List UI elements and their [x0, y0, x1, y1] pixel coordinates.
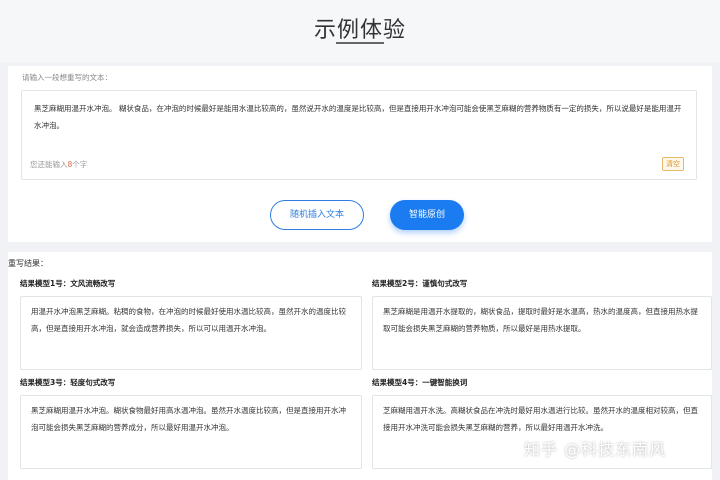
result-title-1: 结果模型1号：文风流畅改写	[20, 279, 116, 288]
result-title-2: 结果模型2号：谨慎句式改写	[372, 279, 468, 288]
results-heading: 重写结果：	[8, 259, 48, 268]
result-box-2[interactable]: 黑芝麻糊是用温开水提取的，糊状食品，提取时最好是水温高，热水的温度高，但直接用热…	[372, 296, 712, 370]
result-title-4: 结果模型4号：一键智能换词	[372, 378, 468, 387]
page-title: 示例体验	[313, 18, 406, 43]
title-underline	[336, 42, 384, 44]
text-input[interactable]: 黑芝麻糊用温开水冲泡。 糊状食品，在冲泡的时候最好是能用水温比较高的，虽然说开水…	[21, 90, 697, 180]
result-box-1[interactable]: 用温开水冲泡黑芝麻糊。粘稠的食物，在冲泡的时候最好使用水温比较高，虽然开水的温度…	[20, 296, 362, 370]
input-label: 请输入一段想重写的文本：	[22, 73, 112, 82]
clear-button[interactable]: 清空	[662, 157, 684, 171]
result-box-3[interactable]: 黑芝麻糊用温开水冲泡。糊状食物最好用高水温冲泡。虽然开水温度比较高，但是直接用开…	[20, 395, 362, 469]
header: 示例体验	[0, 0, 720, 62]
watermark: 知乎 @科技东南风	[524, 440, 667, 459]
counter-suffix: 个字	[72, 160, 88, 169]
char-counter: 您还能输入8个字	[30, 159, 87, 170]
smart-rewrite-button[interactable]: 智能原创	[390, 200, 464, 230]
input-card: 请输入一段想重写的文本： 黑芝麻糊用温开水冲泡。 糊状食品，在冲泡的时候最好是能…	[8, 66, 712, 242]
input-text[interactable]: 黑芝麻糊用温开水冲泡。 糊状食品，在冲泡的时候最好是能用水温比较高的，虽然说开水…	[34, 100, 686, 134]
result-title-3: 结果模型3号：轻度句式改写	[20, 378, 116, 387]
counter-prefix: 您还能输入	[30, 160, 68, 169]
random-insert-button[interactable]: 随机插入文本	[270, 200, 364, 230]
